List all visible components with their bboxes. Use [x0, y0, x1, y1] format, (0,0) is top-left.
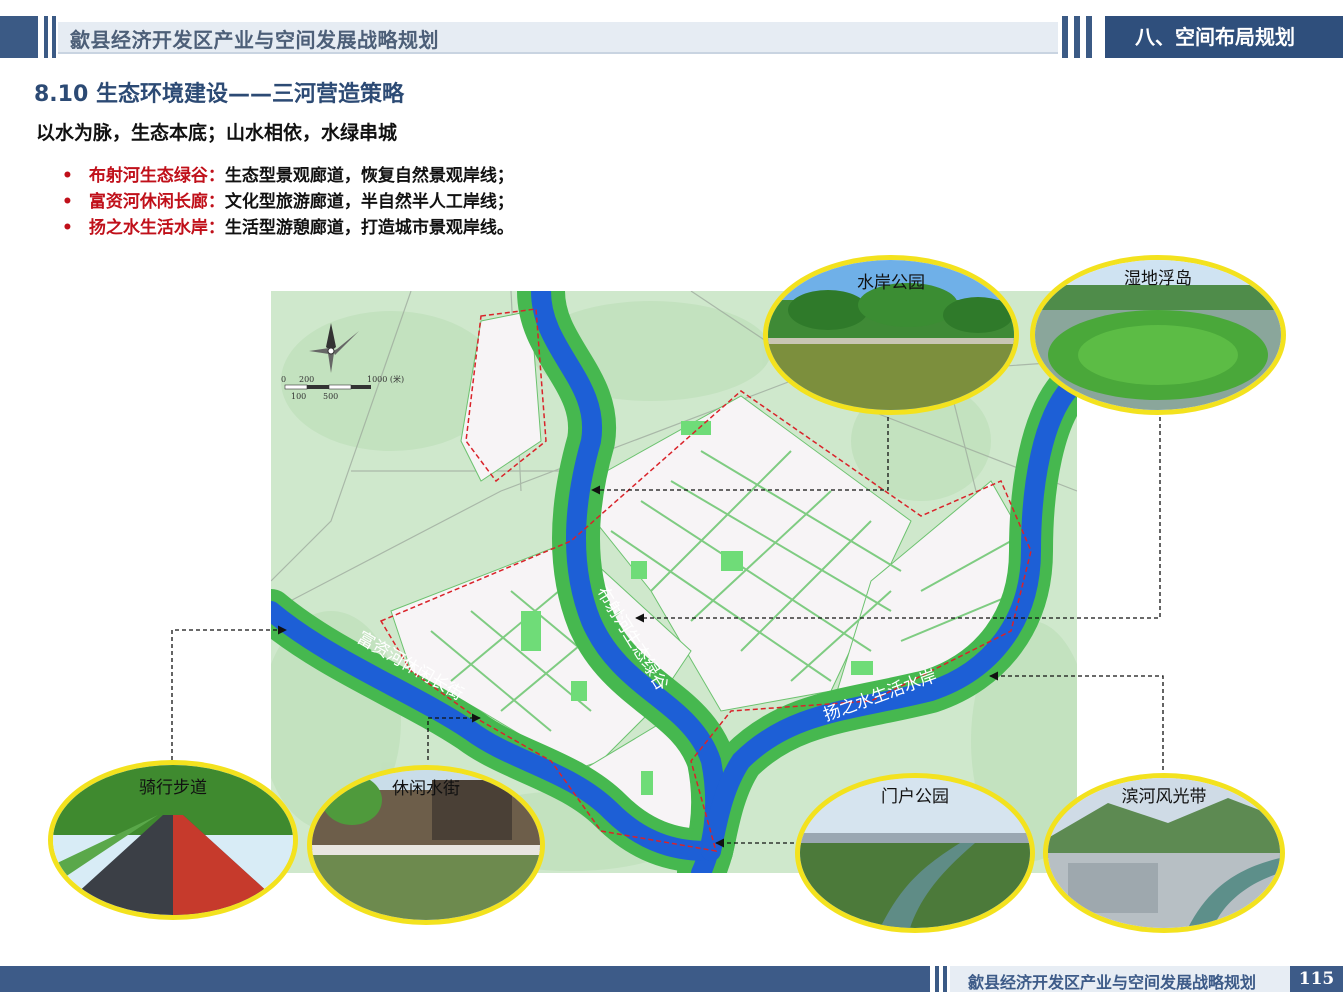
photo-leisure-water-street: 休闲水街 [307, 765, 545, 925]
photo-label: 水岸公园 [857, 273, 925, 293]
photo-label: 休闲水街 [392, 779, 460, 799]
footer-stripe [935, 966, 939, 992]
photo-label: 滨河风光带 [1121, 787, 1207, 807]
footer-bar: 歙县经济开发区产业与空间发展战略规划 115 [0, 966, 1343, 994]
photo-label: 门户公园 [881, 787, 949, 807]
page-number: 115 [1290, 966, 1343, 992]
photo-label: 湿地浮岛 [1124, 269, 1192, 289]
footer-doc-title: 歙县经济开发区产业与空间发展战略规划 [968, 973, 1257, 992]
photo-riverside-scenery: 滨河风光带 [1043, 773, 1285, 933]
footer-stripe [943, 966, 947, 992]
photo-wetland-island: 湿地浮岛 [1030, 255, 1286, 415]
photo-gateway-park: 门户公园 [795, 773, 1035, 933]
footer-band [0, 966, 930, 992]
photo-label: 骑行步道 [139, 778, 207, 798]
photo-cycling-path: 骑行步道 [48, 760, 298, 920]
photo-waterfront-park: 水岸公园 [763, 255, 1019, 415]
